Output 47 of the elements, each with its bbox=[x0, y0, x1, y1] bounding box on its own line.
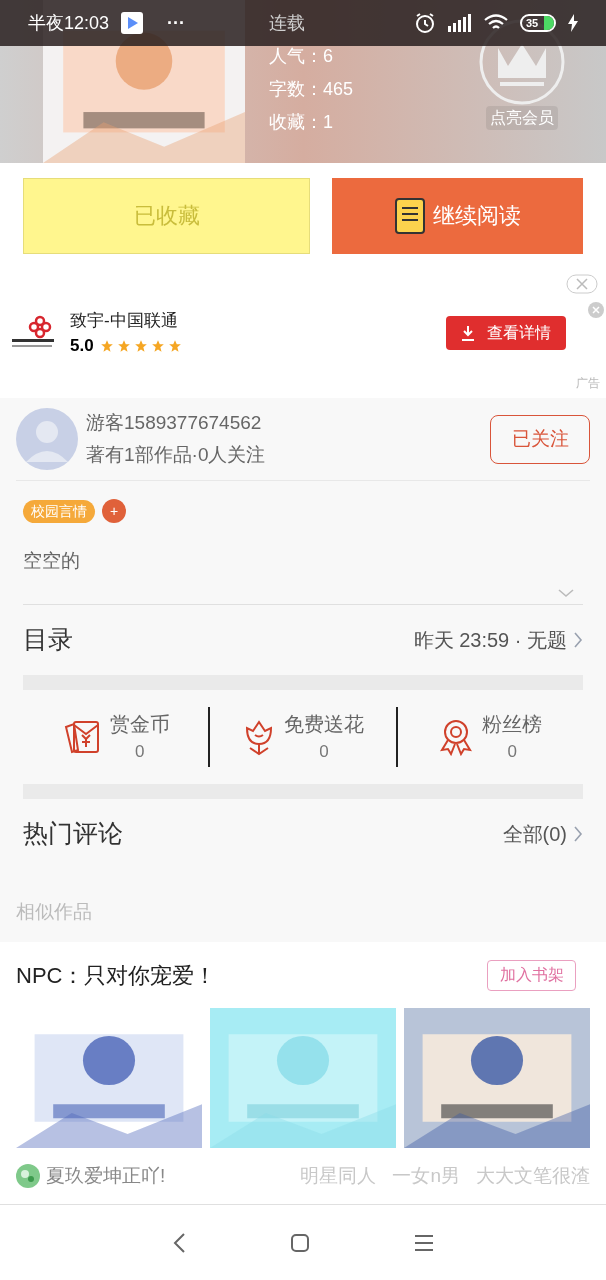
book-stat: 连载 bbox=[269, 12, 306, 35]
author-avatar bbox=[16, 1164, 40, 1189]
reward-count: 0 bbox=[319, 741, 329, 764]
battery-fill bbox=[544, 16, 554, 30]
battery-level: 35 bbox=[525, 16, 540, 30]
genre-tag[interactable]: 校园言情 bbox=[23, 499, 95, 523]
charging-icon bbox=[568, 14, 578, 32]
menu-icon[interactable] bbox=[414, 1233, 434, 1252]
book-stat: 字数：465 bbox=[269, 78, 354, 101]
details-button[interactable]: 查看详情 bbox=[446, 316, 566, 350]
reward-label[interactable]: 赏金币 bbox=[109, 709, 170, 740]
add-to-shelf-button[interactable]: 加入书架 bbox=[487, 959, 576, 991]
back-icon[interactable] bbox=[172, 1231, 186, 1254]
download-icon bbox=[461, 325, 475, 341]
book-stat: 收藏：1 bbox=[269, 111, 334, 134]
vip-label: 点亮会员 bbox=[486, 106, 558, 130]
reward-label[interactable]: 免费送花 bbox=[284, 709, 364, 740]
catalog-title: 目录 bbox=[23, 624, 73, 656]
continue-reading-button[interactable]: 继续阅读 bbox=[332, 177, 583, 254]
all-comments-link[interactable]: 全部(0) bbox=[502, 819, 567, 849]
section-heading: 相似作品 bbox=[16, 900, 92, 925]
book-icon bbox=[394, 197, 425, 234]
reward-count: 0 bbox=[134, 741, 145, 764]
chevron-right-icon bbox=[573, 825, 583, 843]
signal-icon bbox=[448, 14, 472, 32]
alarm-icon bbox=[414, 12, 436, 34]
play-store-icon bbox=[121, 12, 144, 34]
home-icon[interactable] bbox=[290, 1232, 310, 1253]
description: 空空的 bbox=[23, 550, 80, 571]
author-name: 游客1589377674562 bbox=[86, 410, 263, 435]
chevron-right-icon bbox=[573, 631, 583, 649]
add-tag-button[interactable]: + bbox=[102, 499, 126, 523]
status-time: 半夜12:03 bbox=[28, 11, 110, 35]
book-stat: 人气：6 bbox=[269, 45, 334, 68]
follow-button[interactable]: 已关注 bbox=[490, 414, 590, 464]
author-info: 著有1部作品·0人关注 bbox=[86, 443, 266, 467]
latest-chapter[interactable]: 昨天 23:59 · 无题 bbox=[413, 625, 567, 655]
more-dots: ··· bbox=[167, 11, 186, 35]
similar-author: 夏玖爱坤正吖! bbox=[46, 1164, 166, 1188]
reward-label[interactable]: 粉丝榜 bbox=[482, 709, 543, 740]
ad-name: 致宇-中国联通 bbox=[70, 309, 179, 332]
book-title[interactable]: NPC：只对你宠爱！ bbox=[16, 958, 217, 992]
ad-label: 广告 bbox=[576, 375, 600, 392]
ad-rating: 5.0 bbox=[70, 335, 94, 357]
reward-count: 0 bbox=[507, 741, 518, 764]
hot-comments-title: 热门评论 bbox=[23, 818, 123, 850]
avatar bbox=[16, 408, 78, 470]
